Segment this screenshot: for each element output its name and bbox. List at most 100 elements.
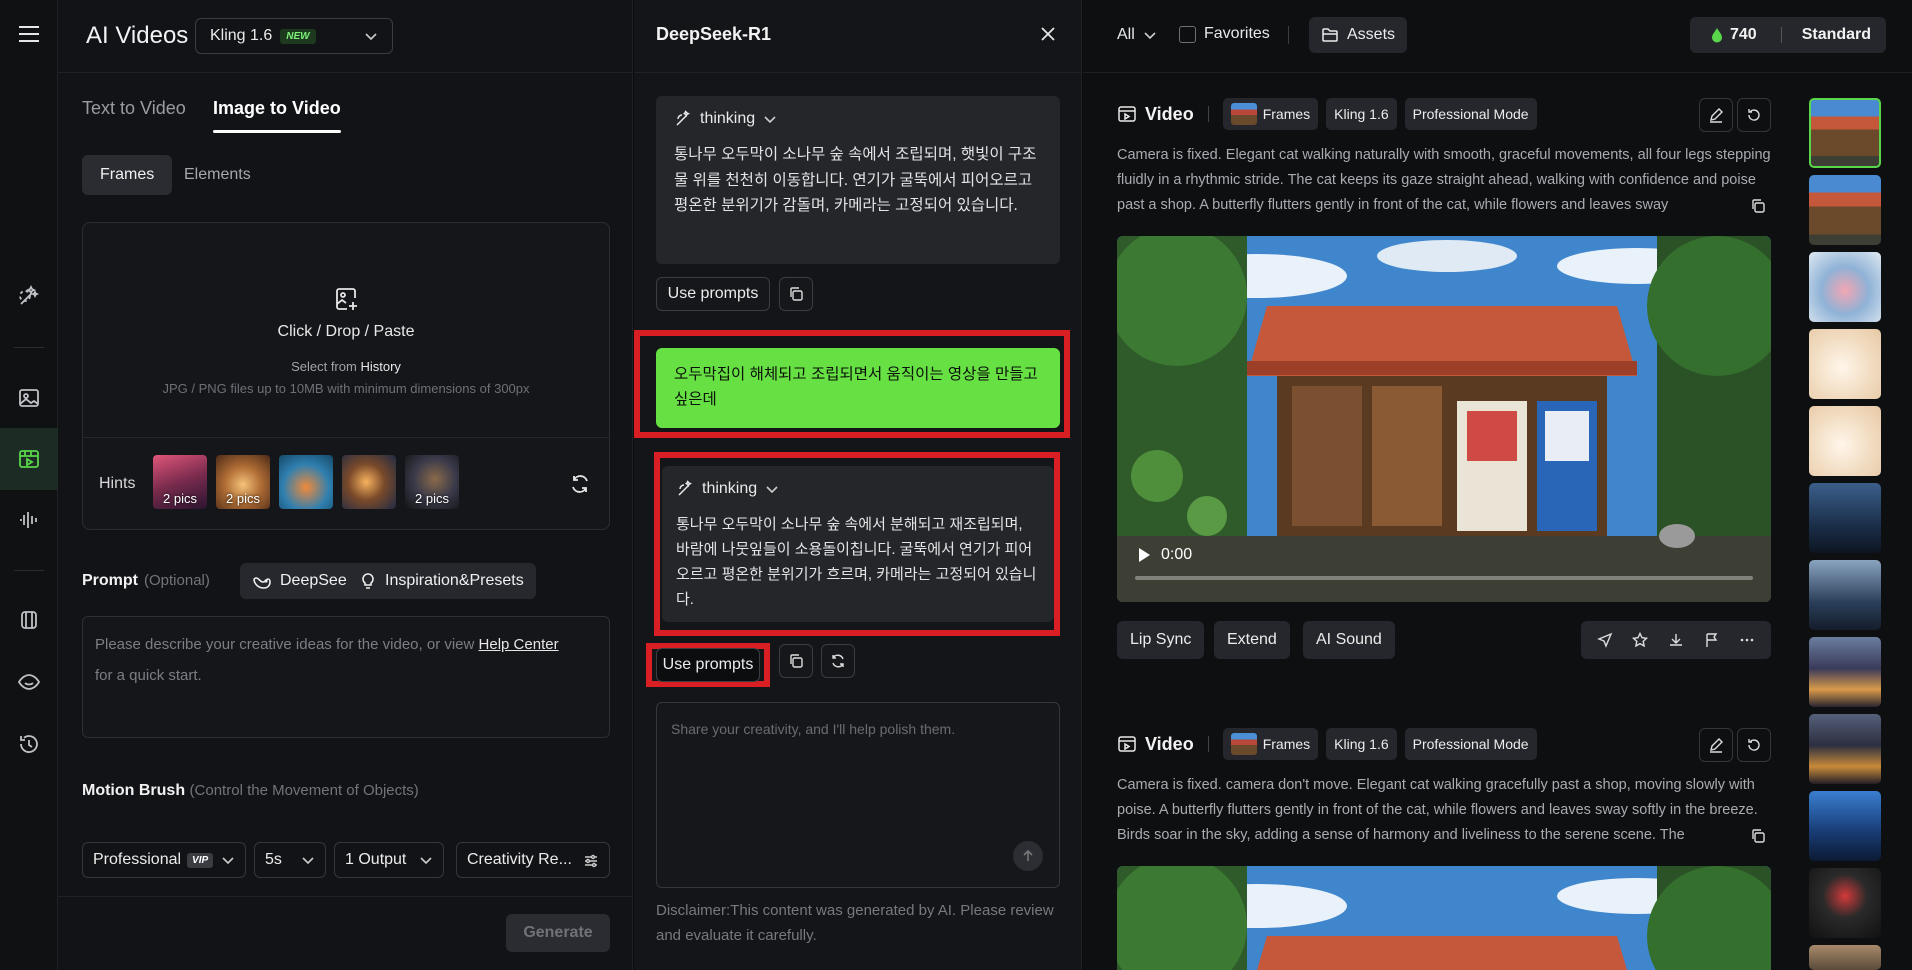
history-thumbnail[interactable] xyxy=(1809,560,1881,630)
generate-button[interactable]: Generate xyxy=(506,914,610,952)
video-player[interactable] xyxy=(1117,866,1771,970)
creativity-settings[interactable]: Creativity Re... xyxy=(456,842,610,878)
history-thumbnail[interactable] xyxy=(1809,329,1881,399)
history-link[interactable]: History xyxy=(360,359,400,374)
refresh-icon xyxy=(832,654,844,668)
favorites-checkbox[interactable]: Favorites xyxy=(1179,25,1270,43)
reuse-button[interactable] xyxy=(1737,98,1771,132)
audio-wave-icon[interactable] xyxy=(14,505,44,535)
download-icon[interactable] xyxy=(1668,632,1684,648)
filter-select[interactable]: All xyxy=(1117,26,1157,44)
history-thumbnail[interactable] xyxy=(1809,252,1881,322)
copy-icon[interactable] xyxy=(1750,828,1766,844)
history-thumbnail[interactable] xyxy=(1809,945,1881,970)
copy-icon[interactable] xyxy=(1750,198,1766,214)
thinking-toggle[interactable]: thinking xyxy=(674,110,1042,128)
tab-image-to-video[interactable]: Image to Video xyxy=(213,98,341,119)
history-thumbnail[interactable] xyxy=(1809,637,1881,707)
energy-drop-icon xyxy=(1712,28,1722,43)
copy-button[interactable] xyxy=(779,277,813,311)
favorites-label: Favorites xyxy=(1204,25,1270,42)
star-icon[interactable] xyxy=(1632,632,1649,648)
deepseek-whale-icon xyxy=(253,577,271,589)
cube-icon[interactable] xyxy=(14,605,44,635)
edit-button[interactable] xyxy=(1699,728,1733,762)
close-icon[interactable] xyxy=(1038,24,1058,44)
history-thumbnail[interactable] xyxy=(1809,483,1881,553)
subtab-elements[interactable]: Elements xyxy=(166,155,269,195)
page-title: AI Videos xyxy=(86,22,189,49)
video-card-header: Video Frames Kling 1.6 Professional Mode xyxy=(1117,728,1537,760)
video-progress-bar[interactable] xyxy=(1135,576,1753,580)
hint-thumbnail[interactable] xyxy=(342,455,396,509)
history-thumbnail[interactable] xyxy=(1809,406,1881,476)
hint-thumbnail[interactable]: 2 pics xyxy=(405,455,459,509)
video-card-header: Video Frames Kling 1.6 Professional Mode xyxy=(1117,98,1537,130)
video-card-title: Video xyxy=(1145,733,1194,754)
extend-button[interactable]: Extend xyxy=(1214,621,1290,659)
history-thumbnail[interactable] xyxy=(1809,868,1881,938)
edit-button[interactable] xyxy=(1699,98,1733,132)
thinking-toggle[interactable]: thinking xyxy=(676,480,1040,498)
credits-balance[interactable]: 740 Standard xyxy=(1690,17,1886,53)
frame-thumbnail xyxy=(1230,103,1257,125)
history-thumbnail[interactable] xyxy=(1809,175,1881,245)
menu-icon[interactable] xyxy=(14,19,44,49)
regenerate-button[interactable] xyxy=(821,644,855,678)
ai-sound-button[interactable]: AI Sound xyxy=(1303,621,1395,659)
send-button[interactable] xyxy=(1013,841,1043,871)
reuse-button[interactable] xyxy=(1737,728,1771,762)
magic-wand-icon[interactable] xyxy=(14,281,44,311)
hint-thumbnail[interactable] xyxy=(279,455,333,509)
refresh-hints-icon[interactable] xyxy=(569,473,591,495)
thinking-label: thinking xyxy=(702,480,758,497)
generator-panel: AI Videos Kling 1.6 NEW Text to Video Im… xyxy=(58,0,633,970)
prompt-textarea[interactable]: Please describe your creative ideas for … xyxy=(82,616,610,738)
chat-input[interactable]: Share your creativity, and I'll help pol… xyxy=(656,702,1060,888)
send-icon[interactable] xyxy=(1596,632,1613,648)
assets-button[interactable]: Assets xyxy=(1309,17,1408,53)
use-prompts-button[interactable]: Use prompts xyxy=(656,648,760,682)
folder-icon xyxy=(1322,28,1338,42)
history-icon[interactable] xyxy=(14,729,44,759)
chevron-down-icon xyxy=(302,857,314,865)
mode-select[interactable]: Professional VIP xyxy=(82,842,246,878)
more-icon[interactable] xyxy=(1739,632,1755,648)
eye-icon[interactable] xyxy=(14,667,44,697)
help-center-link[interactable]: Help Center xyxy=(479,636,559,653)
inspiration-presets-button[interactable]: Inspiration&Presets xyxy=(347,563,536,599)
vip-badge: VIP xyxy=(187,852,214,868)
model-selector[interactable]: Kling 1.6 NEW xyxy=(195,18,393,54)
tab-text-to-video[interactable]: Text to Video xyxy=(82,98,186,119)
hint-thumbnail[interactable]: 2 pics xyxy=(153,455,207,509)
copy-button[interactable] xyxy=(779,644,813,678)
tag-mode: Professional Mode xyxy=(1404,98,1537,130)
divider xyxy=(1083,72,1912,73)
history-thumbnail[interactable] xyxy=(1809,714,1881,784)
credits-value: 740 xyxy=(1730,26,1757,43)
new-badge: NEW xyxy=(280,28,316,44)
copy-icon xyxy=(790,287,803,301)
play-icon[interactable] xyxy=(1137,547,1151,563)
duration-select[interactable]: 5s xyxy=(254,842,326,878)
flag-icon[interactable] xyxy=(1704,632,1720,648)
assistant-message: thinking 통나무 오두막이 소나무 숲 속에서 조립되며, 햇빛이 구조… xyxy=(656,96,1060,264)
arrow-up-icon xyxy=(1023,849,1033,861)
pencil-icon xyxy=(1710,108,1723,123)
use-prompts-button[interactable]: Use prompts xyxy=(656,277,770,311)
inspiration-presets-label: Inspiration&Presets xyxy=(385,572,524,589)
outputs-select[interactable]: 1 Output xyxy=(334,842,444,878)
lip-sync-button[interactable]: Lip Sync xyxy=(1117,621,1205,659)
video-player[interactable]: 0:00 xyxy=(1117,236,1771,602)
video-nav-item[interactable] xyxy=(0,428,58,490)
image-upload-dropzone[interactable]: Click / Drop / Paste Select from History… xyxy=(82,222,610,530)
image-icon[interactable] xyxy=(14,383,44,413)
message-text: 통나무 오두막이 소나무 숲 속에서 분해되고 재조립되며, 바람에 나뭇잎들이… xyxy=(676,516,1037,608)
hint-thumbnail[interactable]: 2 pics xyxy=(216,455,270,509)
duration-select-value: 5s xyxy=(265,851,282,868)
history-thumbnail[interactable] xyxy=(1809,791,1881,861)
history-thumbnail[interactable] xyxy=(1809,98,1881,168)
subtab-frames[interactable]: Frames xyxy=(82,155,173,195)
hints-label: Hints xyxy=(99,475,136,492)
upload-spec: JPG / PNG files up to 10MB with minimum … xyxy=(162,381,530,396)
